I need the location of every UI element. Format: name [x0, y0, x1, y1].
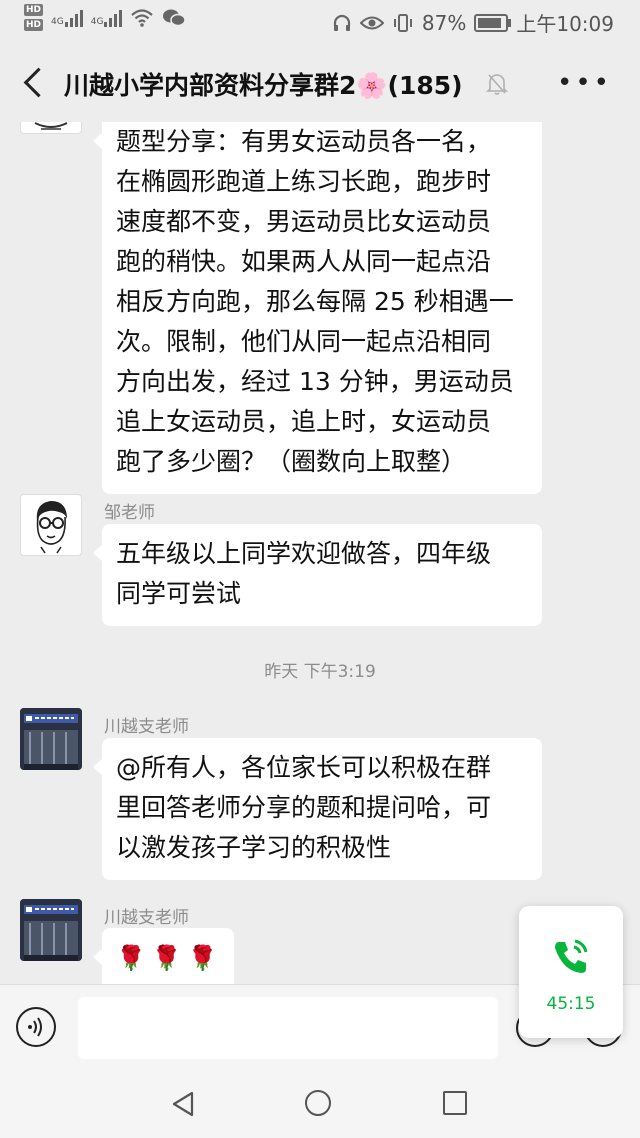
phone-call-icon — [555, 939, 588, 973]
message-line: 五年级以上同学欢迎做答，四年级 — [116, 539, 492, 568]
more-icon[interactable]: ••• — [557, 68, 612, 98]
nav-home-icon[interactable] — [305, 1090, 331, 1116]
message-line: 方向出发，经过 13 分钟，男运动员 — [116, 367, 514, 396]
sender-name: 川越支老师 — [104, 717, 189, 737]
message-bubble[interactable]: @所有人，各位家长可以积极在群 里回答老师分享的题和提问哈，可 以激发孩子学习的… — [93, 738, 542, 880]
message-line: 题型分享：有男女运动员各一名， — [116, 127, 492, 156]
chat-header: 川越小学内部资料分享群2🌸(185) ••• — [0, 42, 640, 122]
clock: 上午10:09 — [516, 12, 614, 36]
status-bar: HD HD 4G 4G 87% 上午10:09 — [0, 0, 640, 42]
message-line: 追上女运动员，追上时，女运动员 — [116, 407, 492, 436]
call-duration: 45:15 — [546, 994, 596, 1014]
message-bubble[interactable]: 五年级以上同学欢迎做答，四年级 同学可尝试 — [93, 524, 542, 626]
eye-icon — [359, 16, 384, 29]
wifi-icon — [131, 8, 154, 27]
rose-emoji: 🌹🌹🌹 — [116, 944, 224, 972]
message-line: 以激发孩子学习的积极性 — [116, 833, 392, 862]
hd-badge: HD — [24, 4, 44, 16]
sender-name: 邹老师 — [104, 503, 155, 523]
message-line: 跑了多少圈？（圈数向上取整） — [116, 447, 467, 476]
nav-back-icon[interactable] — [170, 1090, 198, 1118]
chat-title: 川越小学内部资料分享群2🌸(185) — [64, 71, 463, 100]
voice-input-icon[interactable] — [16, 1007, 56, 1047]
avatar[interactable] — [20, 122, 82, 134]
message-line: 跑的稍快。如果两人从同一起点沿 — [116, 247, 492, 276]
chevron-left-icon[interactable] — [18, 62, 54, 102]
wechat-icon — [163, 9, 187, 26]
voice-call-float[interactable]: 45:15 — [519, 906, 623, 1038]
message-line: 同学可尝试 — [116, 579, 242, 608]
signal-2: 4G — [91, 9, 123, 27]
message-line: @所有人，各位家长可以积极在群 — [116, 753, 492, 782]
nav-recent-icon[interactable] — [443, 1091, 467, 1115]
message-line: 次。限制，他们从同一起点沿相同 — [116, 327, 492, 356]
message-bubble[interactable]: 🌹🌹🌹 — [93, 928, 234, 984]
timestamp: 昨天 下午3:19 — [264, 662, 376, 682]
chat-area[interactable]: 题型分享：有男女运动员各一名， 在椭圆形跑道上练习长跑，跑步时 速度都不变，男运… — [0, 122, 640, 984]
battery-percent: 87% — [421, 10, 467, 35]
signal-1: 4G — [51, 9, 83, 27]
message-line: 在椭圆形跑道上练习长跑，跑步时 — [116, 167, 492, 196]
battery-icon — [474, 13, 512, 32]
message-line: 相反方向跑，那么每隔 25 秒相遇一 — [116, 287, 514, 316]
avatar[interactable] — [20, 494, 82, 556]
vibrate-icon — [393, 13, 412, 32]
system-nav-bar — [0, 1070, 640, 1138]
sender-name: 川越支老师 — [104, 908, 189, 928]
signal-icon — [64, 9, 83, 27]
avatar[interactable] — [20, 899, 82, 961]
message-input[interactable] — [78, 997, 498, 1059]
status-right: 87% 上午10:09 — [332, 8, 614, 37]
avatar[interactable] — [20, 708, 82, 770]
signal-icon — [104, 9, 123, 27]
bell-off-icon — [486, 74, 508, 95]
hd-badge: HD — [24, 19, 44, 31]
message-line: 速度都不变，男运动员比女运动员 — [116, 207, 492, 236]
status-left: HD HD 4G 4G — [24, 4, 187, 31]
message-bubble[interactable]: 题型分享：有男女运动员各一名， 在椭圆形跑道上练习长跑，跑步时 速度都不变，男运… — [93, 122, 542, 494]
message-line: 里回答老师分享的题和提问哈，可 — [116, 793, 492, 822]
headset-icon — [333, 14, 351, 31]
